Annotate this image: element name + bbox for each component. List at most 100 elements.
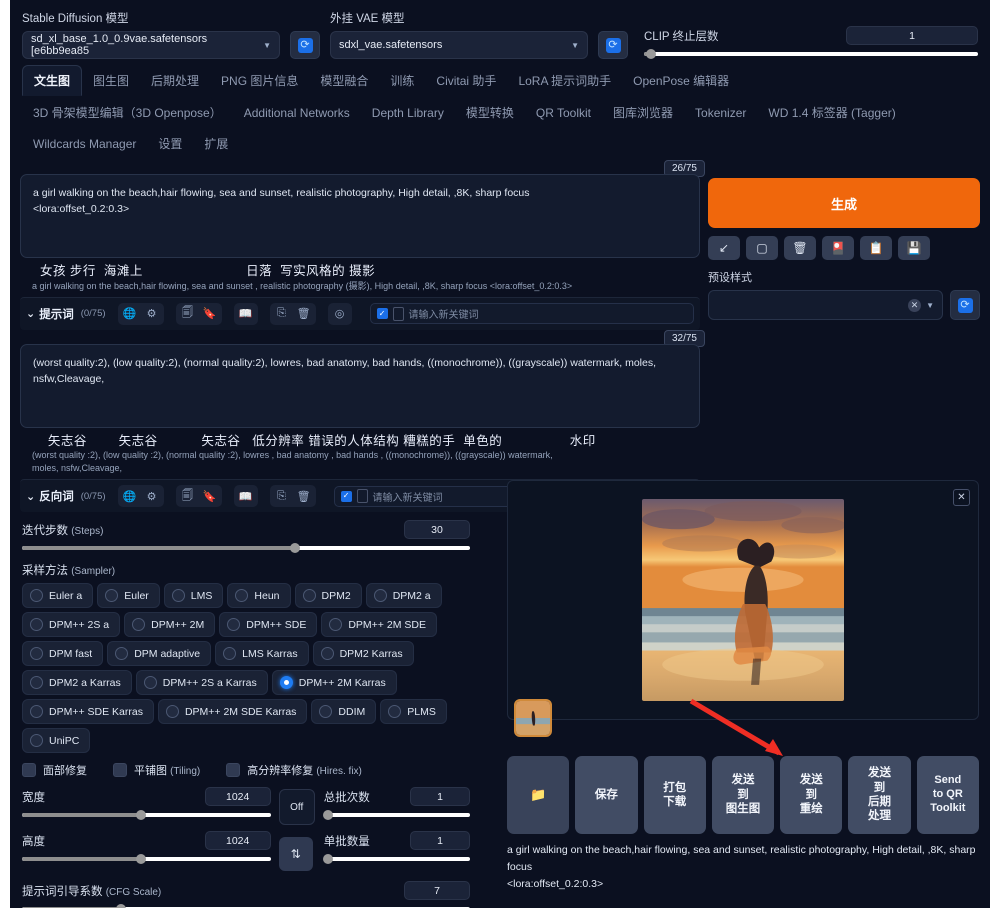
slider-knob[interactable] — [290, 543, 301, 554]
globe-icon[interactable]: 🌐 — [120, 487, 140, 505]
tab-模型融合[interactable]: 模型融合 — [309, 66, 379, 95]
swap-vertical-icon[interactable]: ⇅ — [278, 837, 313, 872]
clip-skip-slider[interactable] — [644, 49, 978, 59]
tab-3d-骨架模型编辑（3d-openpose）[interactable]: 3D 骨架模型编辑（3D Openpose） — [22, 98, 233, 127]
styles-select[interactable]: ✕ ▼ — [708, 290, 943, 320]
open-folder-button[interactable]: 📁 — [507, 756, 570, 834]
gear-icon[interactable]: ⚙ — [142, 305, 162, 323]
height-value[interactable]: 1024 — [204, 831, 271, 851]
chevron-down-icon[interactable]: ▼ — [926, 301, 934, 310]
sampler-option-lms[interactable]: LMS — [163, 583, 224, 609]
positive-prompt-input[interactable]: a girl walking on the beach,hair flowing… — [20, 174, 700, 258]
tab-图库浏览器[interactable]: 图库浏览器 — [602, 98, 684, 127]
sampler-option-euler-a[interactable]: Euler a — [22, 583, 94, 609]
tab-qr-toolkit[interactable]: QR Toolkit — [525, 100, 602, 126]
keyword-checkbox[interactable]: ✓ — [376, 308, 388, 320]
tab-wildcards-manager[interactable]: Wildcards Manager — [22, 131, 147, 157]
sampler-option-dpm-sde[interactable]: DPM++ SDE — [219, 612, 318, 638]
tab-wd-1.4-标签器-(tagger)[interactable]: WD 1.4 标签器 (Tagger) — [757, 98, 906, 127]
document-search-icon[interactable]: 🗐 — [178, 487, 198, 505]
send-to-inpaint-button[interactable]: 发送 到 重绘 — [780, 756, 843, 834]
batch-count-slider[interactable] — [323, 810, 471, 821]
trash-icon[interactable]: 🗑 — [294, 305, 314, 323]
copy-icon[interactable]: ⎘ — [272, 487, 292, 505]
globe-icon[interactable]: 🌐 — [120, 305, 140, 323]
bookmark-icon[interactable]: 🔖 — [200, 305, 220, 323]
bookmark-icon[interactable]: 🔖 — [200, 487, 220, 505]
slider-knob[interactable] — [136, 854, 147, 865]
sampler-option-dpm-adaptive[interactable]: DPM adaptive — [107, 641, 212, 667]
tab-模型转换[interactable]: 模型转换 — [455, 98, 525, 127]
steps-slider[interactable] — [22, 543, 470, 554]
vae-refresh-button[interactable]: ⟳ — [598, 31, 628, 59]
tab-lora-提示词助手[interactable]: LoRA 提示词助手 — [507, 66, 622, 95]
sampler-option-unipc[interactable]: UniPC — [22, 728, 91, 754]
steps-value[interactable]: 30 — [404, 520, 470, 540]
save-icon[interactable]: 💾 — [898, 236, 930, 260]
sampler-option-euler[interactable]: Euler — [97, 583, 160, 609]
batch-count-value[interactable]: 1 — [410, 787, 471, 807]
book-icon[interactable]: 📖 — [236, 487, 256, 505]
sampler-option-dpm-sde-karras[interactable]: DPM++ SDE Karras — [22, 699, 154, 725]
width-value[interactable]: 1024 — [204, 787, 271, 807]
vae-model-select[interactable]: sdxl_vae.safetensors ▼ — [330, 31, 588, 59]
sampler-option-dpm2-a[interactable]: DPM2 a — [365, 583, 442, 609]
send-to-qr-toolkit-button[interactable]: Send to QR Toolkit — [916, 756, 979, 834]
positive-toolbar-title[interactable]: ⌄ 提示词 (0/75) — [26, 306, 106, 322]
clipboard-icon[interactable]: ▢ — [746, 236, 778, 260]
negative-toolbar-title[interactable]: ⌄ 反向词 (0/75) — [26, 488, 106, 504]
sampler-option-lms-karras[interactable]: LMS Karras — [215, 641, 309, 667]
tab-png-图片信息[interactable]: PNG 图片信息 — [210, 66, 309, 95]
document-search-icon[interactable]: 🗐 — [178, 305, 198, 323]
sampler-option-plms[interactable]: PLMS — [380, 699, 447, 725]
tab-depth-library[interactable]: Depth Library — [361, 100, 455, 126]
sd-model-select[interactable]: sd_xl_base_1.0_0.9vae.safetensors [e6bb9… — [22, 31, 280, 59]
sampler-option-dpm-2s-a[interactable]: DPM++ 2S a — [22, 612, 121, 638]
checkbox-面部修复[interactable]: 面部修复 — [22, 762, 87, 778]
clip-skip-value[interactable]: 1 — [846, 26, 978, 45]
tab-tokenizer[interactable]: Tokenizer — [684, 100, 757, 126]
sampler-option-dpm-fast[interactable]: DPM fast — [22, 641, 104, 667]
slider-knob[interactable] — [136, 810, 147, 821]
sampler-option-dpm2[interactable]: DPM2 — [294, 583, 362, 609]
cfg-value[interactable]: 7 — [404, 881, 470, 901]
sampler-option-ddim[interactable]: DDIM — [311, 699, 377, 725]
negative-prompt-input[interactable]: (worst quality:2), (low quality:2), (nor… — [20, 343, 700, 428]
gear-icon[interactable]: ⚙ — [142, 487, 162, 505]
save-button[interactable]: 保存 — [575, 756, 638, 834]
clear-x-icon[interactable]: ✕ — [908, 298, 922, 312]
tab-扩展[interactable]: 扩展 — [193, 129, 239, 158]
tab-additional-networks[interactable]: Additional Networks — [233, 100, 361, 126]
tab-设置[interactable]: 设置 — [147, 129, 193, 158]
positive-keyword-input[interactable]: ✓ 请输入新关键词 — [369, 303, 694, 325]
height-slider[interactable] — [22, 854, 271, 865]
zip-download-button[interactable]: 打包 下载 — [643, 756, 706, 834]
fingerprint-icon[interactable]: ◎ — [330, 305, 350, 323]
tab-图生图[interactable]: 图生图 — [82, 66, 140, 95]
arrow-restore-icon[interactable]: ↙ — [708, 236, 740, 260]
generated-image[interactable] — [642, 499, 844, 701]
sampler-option-dpm2-karras[interactable]: DPM2 Karras — [312, 641, 414, 667]
hires-off-toggle[interactable]: Off — [278, 789, 315, 826]
trash-icon[interactable]: 🗑 — [294, 487, 314, 505]
checkbox-平铺图[interactable]: 平铺图 (Tiling) — [113, 762, 200, 778]
checkbox-高分辨率修复[interactable]: 高分辨率修复 (Hires. fix) — [226, 762, 362, 778]
close-icon[interactable]: ✕ — [953, 489, 970, 506]
sampler-option-dpm2-a-karras[interactable]: DPM2 a Karras — [22, 670, 132, 696]
sampler-option-dpm-2m[interactable]: DPM++ 2M — [124, 612, 216, 638]
tab-civitai-助手[interactable]: Civitai 助手 — [425, 66, 507, 95]
tab-文生图[interactable]: 文生图 — [22, 65, 83, 96]
sampler-option-dpm-2s-a-karras[interactable]: DPM++ 2S a Karras — [135, 670, 268, 696]
trash-icon[interactable]: 🗑 — [784, 236, 816, 260]
batch-size-value[interactable]: 1 — [410, 831, 471, 851]
cfg-slider[interactable] — [22, 904, 470, 908]
image-thumbnail[interactable] — [514, 699, 552, 737]
slider-knob[interactable] — [645, 49, 656, 59]
batch-size-slider[interactable] — [323, 854, 471, 865]
sampler-option-dpm-2m-sde[interactable]: DPM++ 2M SDE — [321, 612, 437, 638]
send-to-extras-button[interactable]: 发送 到 后期 处理 — [848, 756, 911, 834]
copy-icon[interactable]: ⎘ — [272, 305, 292, 323]
styles-refresh-button[interactable]: ⟳ — [950, 290, 980, 320]
slider-knob[interactable] — [323, 810, 334, 821]
sd-model-refresh-button[interactable]: ⟳ — [290, 31, 320, 59]
